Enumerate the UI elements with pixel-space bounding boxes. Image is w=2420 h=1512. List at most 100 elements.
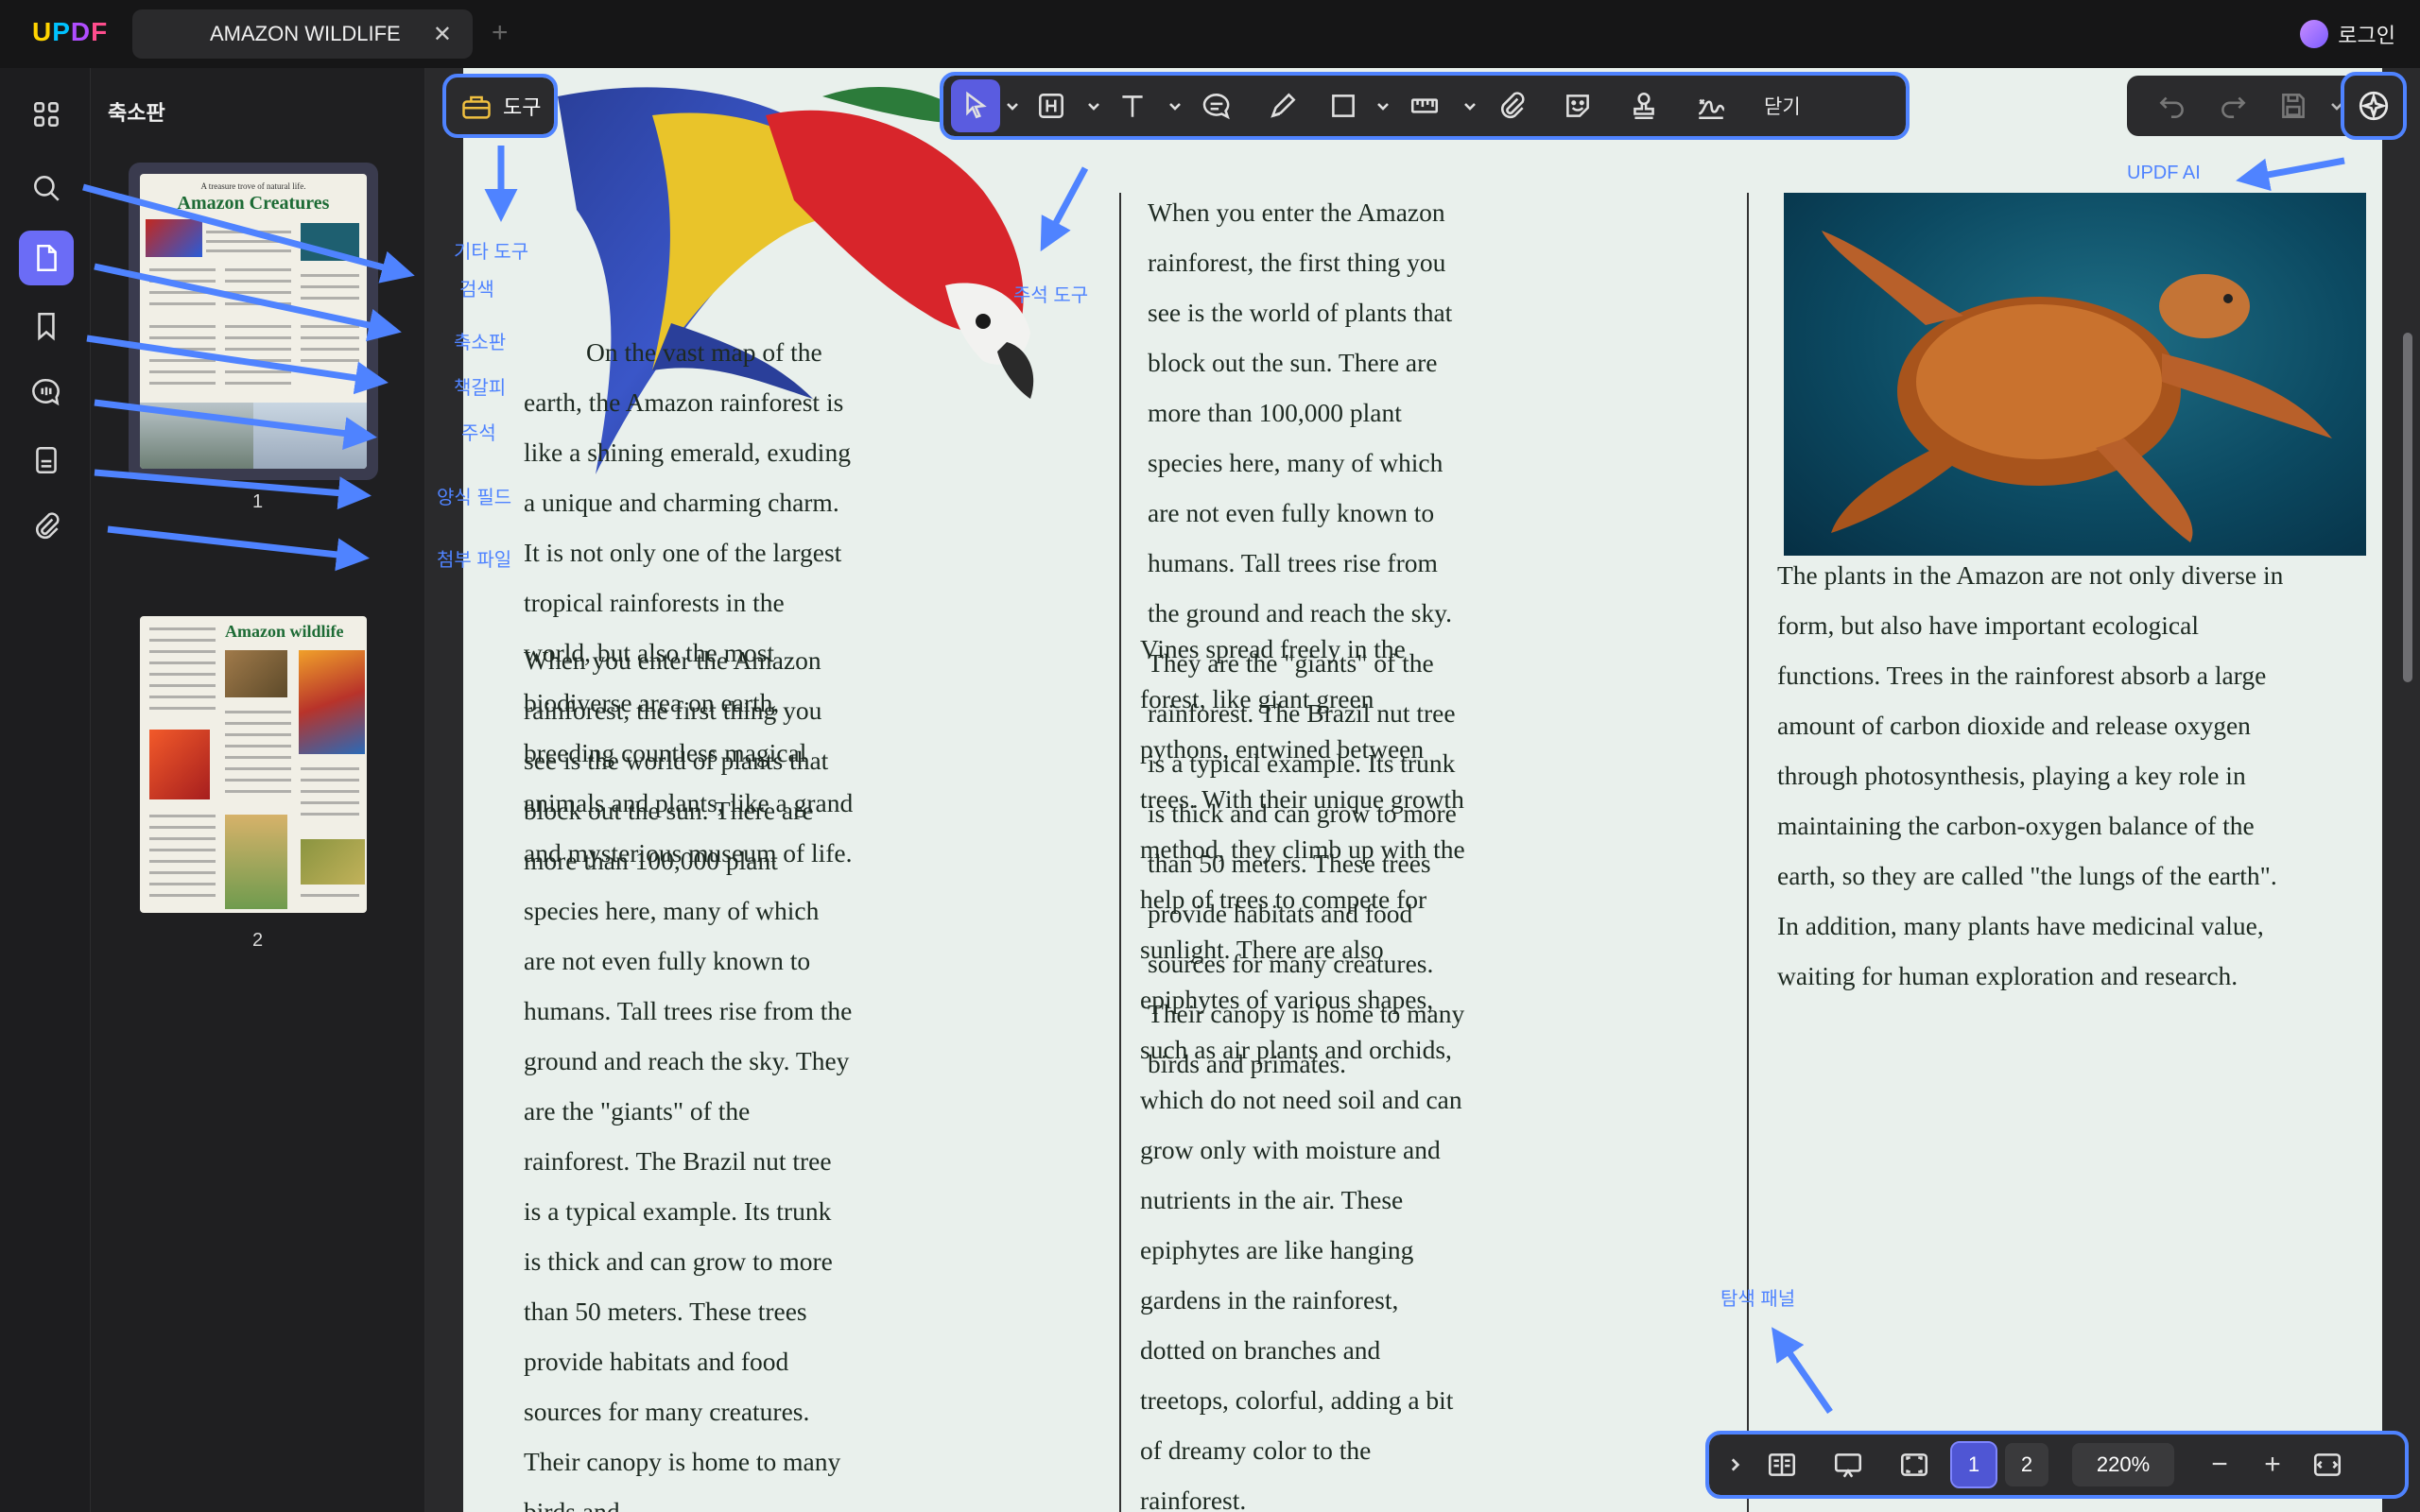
tools-button[interactable]: 도구 [442, 74, 558, 138]
save-button[interactable] [2263, 79, 2324, 132]
chevron-right-icon [1731, 1458, 1740, 1471]
select-tool-button[interactable] [951, 79, 1000, 132]
thumbnail-river-image [140, 403, 253, 469]
paperclip-icon [1500, 92, 1525, 119]
thumbnail-page-2[interactable]: Amazon wildlife [129, 605, 378, 922]
updf-logo[interactable]: UPDF [32, 17, 108, 47]
rectangle-icon [1332, 94, 1355, 117]
callout-annotation-tools: 주석 도구 [1013, 285, 1089, 306]
callout-navigation-panel: 탐색 패널 [1720, 1289, 1796, 1310]
thumbnail-bird-image [225, 650, 287, 697]
thumbnail-heading: Amazon Creatures [177, 193, 330, 214]
updf-ai-button[interactable] [2341, 72, 2407, 140]
close-annotation-button[interactable]: 닫기 [1764, 92, 1801, 120]
thumbnail-heading-small: A treasure trove of natural life. [200, 181, 306, 191]
thumbnail-page-1[interactable]: A treasure trove of natural life. Amazon… [129, 163, 378, 480]
document-viewer[interactable]: On the vast map of the earth, the Amazon… [425, 68, 2420, 1512]
signature-tool-button[interactable] [1677, 79, 1745, 132]
column-2-bottom-text: Vines spread freely in the forest, like … [1140, 634, 1465, 1512]
other-tools-icon[interactable] [19, 87, 74, 142]
zoom-out-button[interactable]: − [2193, 1438, 2246, 1491]
thumbnail-parrot-image [146, 219, 202, 257]
select-tool-dropdown[interactable] [1000, 79, 1021, 132]
comment-icon[interactable] [19, 365, 74, 420]
document-tab-title: AMAZON WILDLIFE [210, 22, 401, 45]
measure-tool-dropdown[interactable] [1458, 79, 1478, 132]
redo-icon [2221, 96, 2246, 118]
fit-width-button[interactable] [2299, 1438, 2356, 1491]
thumbnails-icon[interactable] [19, 231, 74, 285]
thumbnail-animal-image [301, 839, 365, 885]
sticker-tool-button[interactable] [1545, 79, 1611, 132]
document-tab[interactable]: AMAZON WILDLIFE ✕ [132, 9, 473, 59]
thumbnail-macaw-image [299, 650, 365, 754]
shape-tool-dropdown[interactable] [1371, 79, 1392, 132]
callout-updf-ai: UPDF AI [2127, 163, 2201, 183]
annotation-toolbar: 닫기 [940, 72, 1910, 140]
navigation-panel: 1 2 220% − + [1705, 1431, 2409, 1499]
text-tool-button[interactable] [1102, 79, 1163, 132]
callout-bookmarks: 책갈피 [454, 378, 507, 399]
zoom-in-button[interactable]: + [2246, 1438, 2299, 1491]
column-1-bottom-text: When you enter the Amazon rainforest, th… [524, 645, 853, 1512]
search-icon[interactable] [19, 161, 74, 215]
left-tool-rail [0, 68, 91, 1512]
sticker-icon [1566, 94, 1589, 117]
thumbnail-page-2-heading: Amazon wildlife [225, 622, 344, 641]
page-layout-icon [1768, 1453, 1796, 1476]
chevron-down-icon [1007, 103, 1018, 111]
save-dropdown[interactable] [2324, 79, 2346, 132]
column-3-text: The plants in the Amazon are not only di… [1777, 560, 2284, 990]
login-label: 로그인 [2338, 24, 2395, 47]
page-1-button[interactable]: 1 [1950, 1441, 1997, 1488]
highlight-dropdown[interactable] [1081, 79, 1102, 132]
measure-tool-button[interactable] [1392, 79, 1458, 132]
comment-tool-button[interactable] [1184, 79, 1250, 132]
column-divider-1 [1119, 193, 1121, 1512]
comment-bubble-icon [1202, 94, 1230, 120]
callout-attachments: 첨부 파일 [437, 550, 512, 571]
ai-assistant-icon [2359, 91, 2389, 121]
bookmark-icon[interactable] [19, 299, 74, 353]
fit-page-button[interactable] [1881, 1438, 1947, 1491]
stamp-tool-button[interactable] [1611, 79, 1677, 132]
chevron-down-icon [2331, 103, 2342, 111]
thumbnail-panel-title: 축소판 [108, 101, 165, 125]
new-tab-icon[interactable]: + [492, 17, 509, 49]
expand-panel-button[interactable] [1720, 1438, 1749, 1491]
pdf-page: On the vast map of the earth, the Amazon… [463, 68, 2382, 1512]
fit-page-icon [1900, 1453, 1928, 1476]
shape-tool-button[interactable] [1316, 79, 1371, 132]
callout-thumbnails: 축소판 [454, 333, 507, 353]
thumbnail-page-1-label: 1 [251, 491, 264, 512]
zoom-level[interactable]: 220% [2072, 1443, 2174, 1486]
presentation-button[interactable] [1815, 1438, 1881, 1491]
thumbnail-panel: 축소판 A treasure trove of natural life. Am… [91, 68, 425, 1512]
chevron-down-icon [1169, 103, 1181, 111]
chevron-down-icon [1377, 103, 1389, 111]
text-tool-dropdown[interactable] [1163, 79, 1184, 132]
form-field-icon[interactable] [19, 433, 74, 488]
sea-turtle-image [1784, 193, 2366, 556]
page-layout-button[interactable] [1749, 1438, 1815, 1491]
chevron-down-icon [1088, 103, 1099, 111]
highlight-text-icon [1039, 94, 1063, 118]
vertical-scrollbar[interactable] [2403, 333, 2412, 682]
redo-button[interactable] [2203, 79, 2263, 132]
thumbnail-page-2-label: 2 [251, 930, 264, 951]
thumbnail-page-2-image: Amazon wildlife [140, 616, 367, 913]
undo-button[interactable] [2142, 79, 2203, 132]
presentation-icon [1834, 1453, 1862, 1478]
attach-file-button[interactable] [1478, 79, 1545, 132]
pencil-tool-button[interactable] [1250, 79, 1316, 132]
highlight-text-button[interactable] [1021, 79, 1081, 132]
close-tab-icon[interactable]: ✕ [433, 21, 452, 48]
fit-width-icon [2313, 1453, 2342, 1476]
login-button[interactable]: 로그인 [2300, 19, 2395, 49]
page-2-button[interactable]: 2 [2005, 1443, 2048, 1486]
attachment-icon[interactable] [19, 499, 74, 554]
avatar [2300, 20, 2329, 48]
cursor-arrow-icon [966, 91, 987, 119]
pencil-icon [1270, 93, 1296, 118]
title-bar: UPDF AMAZON WILDLIFE ✕ + 로그인 [0, 0, 2420, 68]
